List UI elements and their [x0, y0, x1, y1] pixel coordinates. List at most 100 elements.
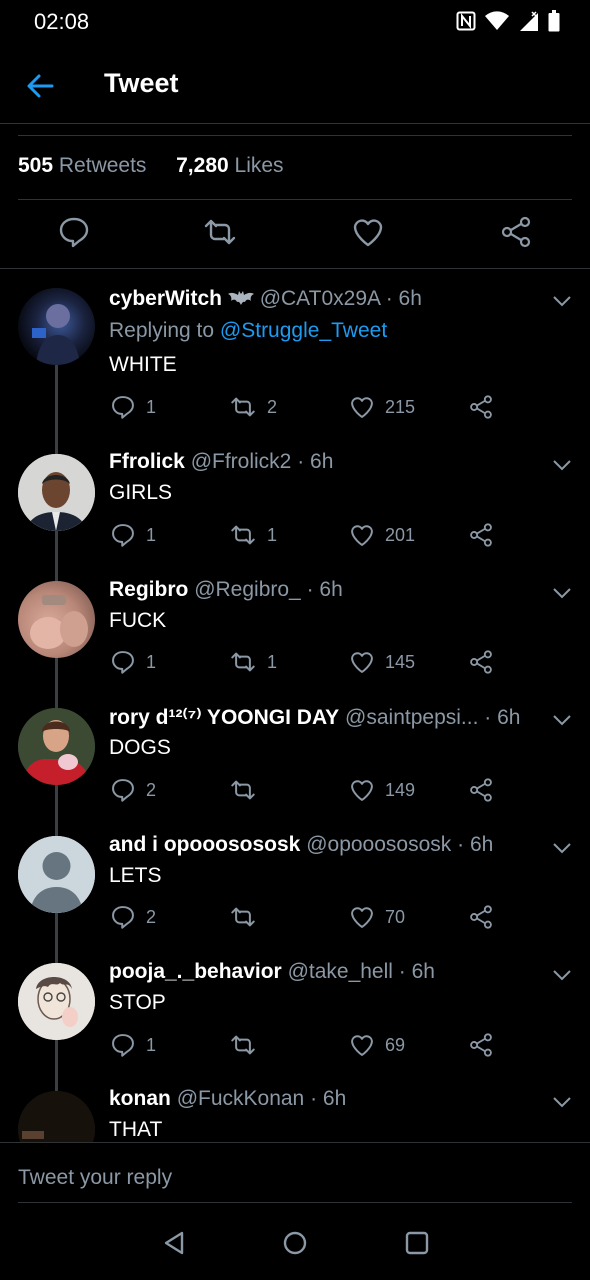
likes-label: Likes [234, 154, 284, 177]
signal-icon [518, 10, 540, 32]
share-action[interactable] [468, 776, 494, 804]
nfc-icon [456, 11, 476, 31]
display-name[interactable]: rory d¹²⁽⁷⁾ YOONGI DAY [109, 706, 339, 729]
share-icon [468, 649, 494, 675]
retweet-action[interactable] [229, 903, 257, 931]
handle[interactable]: @CAT0x29A [260, 287, 380, 310]
like-action[interactable]: 69 [349, 1031, 405, 1059]
back-arrow-icon[interactable] [22, 68, 58, 104]
divider [18, 1202, 572, 1203]
like-action[interactable]: 70 [349, 903, 405, 931]
handle[interactable]: @FuckKonan [177, 1087, 305, 1110]
reply-header: rory d¹²⁽⁷⁾ YOONGI DAY @saintpepsi... · … [109, 705, 520, 730]
replying-to: Replying to @Struggle_Tweet [109, 319, 387, 343]
time-ago: · 6h [385, 287, 422, 310]
handle[interactable]: @Regibro_ [194, 578, 301, 601]
likes-count: 7,280 [176, 154, 229, 177]
retweet-action[interactable] [229, 776, 257, 804]
reply-header: Regibro @Regibro_ · 6h [109, 578, 343, 602]
retweet-icon[interactable] [203, 215, 237, 249]
top-app-bar: Tweet [0, 44, 590, 124]
retweet-count: 2 [267, 396, 278, 417]
display-name[interactable]: Ffrolick [109, 450, 185, 473]
share-action[interactable] [468, 1031, 494, 1059]
nav-back-icon[interactable] [162, 1230, 188, 1261]
like-action[interactable]: 145 [349, 648, 415, 676]
like-action[interactable]: 201 [349, 521, 415, 549]
time-ago: · 6h [457, 833, 494, 856]
display-name[interactable]: Regibro [109, 578, 188, 601]
avatar[interactable] [18, 454, 95, 531]
chevron-down-icon[interactable] [552, 713, 572, 727]
divider [0, 1142, 590, 1143]
reply-input[interactable]: Tweet your reply [18, 1166, 172, 1190]
retweets-stat[interactable]: 505 Retweets [18, 154, 146, 177]
nav-home-icon[interactable] [282, 1230, 308, 1261]
like-action[interactable]: 215 [349, 393, 415, 421]
display-name[interactable]: cyberWitch [109, 287, 222, 310]
chevron-down-icon[interactable] [552, 586, 572, 600]
divider [18, 199, 572, 200]
retweets-count: 505 [18, 154, 54, 177]
like-icon[interactable] [351, 215, 385, 249]
like-count: 69 [385, 1034, 406, 1055]
retweet-icon [229, 904, 257, 930]
display-name[interactable]: and i opooosososk [109, 833, 300, 856]
reply-count: 1 [146, 651, 157, 672]
retweets-label: Retweets [58, 154, 147, 177]
retweet-action[interactable] [229, 1031, 257, 1059]
like-action[interactable]: 149 [349, 776, 415, 804]
handle[interactable]: @opooosososk [306, 833, 451, 856]
reply-action[interactable]: 2 [110, 776, 156, 804]
time-ago: · 6h [398, 960, 435, 983]
share-action[interactable] [468, 521, 494, 549]
reply-action[interactable]: 1 [110, 521, 156, 549]
avatar[interactable] [18, 581, 95, 658]
retweet-count: 1 [267, 651, 278, 672]
share-icon[interactable] [499, 215, 533, 249]
reply-composer[interactable]: Tweet your reply [0, 1142, 590, 1204]
retweet-action[interactable]: 1 [229, 521, 277, 549]
reply-action[interactable]: 2 [110, 903, 156, 931]
reply-icon [110, 649, 136, 675]
reply-header: Ffrolick @Ffrolick2 · 6h [109, 450, 333, 474]
wifi-icon [484, 11, 510, 31]
display-name[interactable]: pooja_._behavior [109, 960, 282, 983]
page-title: Tweet [104, 68, 179, 98]
status-bar: 02:08 [0, 0, 590, 44]
handle[interactable]: @Ffrolick2 [191, 450, 292, 473]
chevron-down-icon[interactable] [552, 841, 572, 855]
reply-icon [110, 522, 136, 548]
avatar[interactable] [18, 836, 95, 913]
handle[interactable]: @saintpepsi... [345, 706, 478, 729]
reply-header: and i opooosososk @opooosososk · 6h [109, 833, 493, 857]
share-action[interactable] [468, 393, 494, 421]
chevron-down-icon[interactable] [552, 294, 572, 308]
chevron-down-icon[interactable] [552, 458, 572, 472]
share-action[interactable] [468, 648, 494, 676]
avatar[interactable] [18, 288, 95, 365]
retweet-action[interactable]: 1 [229, 648, 277, 676]
tweet-stats: 505 Retweets 7,280 Likes [18, 154, 284, 178]
time-ago: · 6h [484, 706, 521, 729]
handle[interactable]: @take_hell [288, 960, 393, 983]
retweet-icon [229, 522, 257, 548]
avatar[interactable] [18, 963, 95, 1040]
chevron-down-icon[interactable] [552, 968, 572, 982]
display-name[interactable]: konan [109, 1087, 171, 1110]
replying-to-link[interactable]: @Struggle_Tweet [220, 319, 387, 342]
reply-icon[interactable] [57, 215, 91, 249]
reply-action[interactable]: 1 [110, 1031, 156, 1059]
divider [18, 135, 572, 136]
avatar[interactable] [18, 708, 95, 785]
time-ago: · 6h [310, 1087, 347, 1110]
chevron-down-icon[interactable] [552, 1095, 572, 1109]
reply-action[interactable]: 1 [110, 648, 156, 676]
reply-text: FUCK [109, 609, 167, 632]
reply-action[interactable]: 1 [110, 393, 156, 421]
time-ago: · 6h [297, 450, 334, 473]
likes-stat[interactable]: 7,280 Likes [176, 154, 283, 177]
retweet-action[interactable]: 2 [229, 393, 277, 421]
share-action[interactable] [468, 903, 494, 931]
nav-recents-icon[interactable] [404, 1230, 430, 1261]
